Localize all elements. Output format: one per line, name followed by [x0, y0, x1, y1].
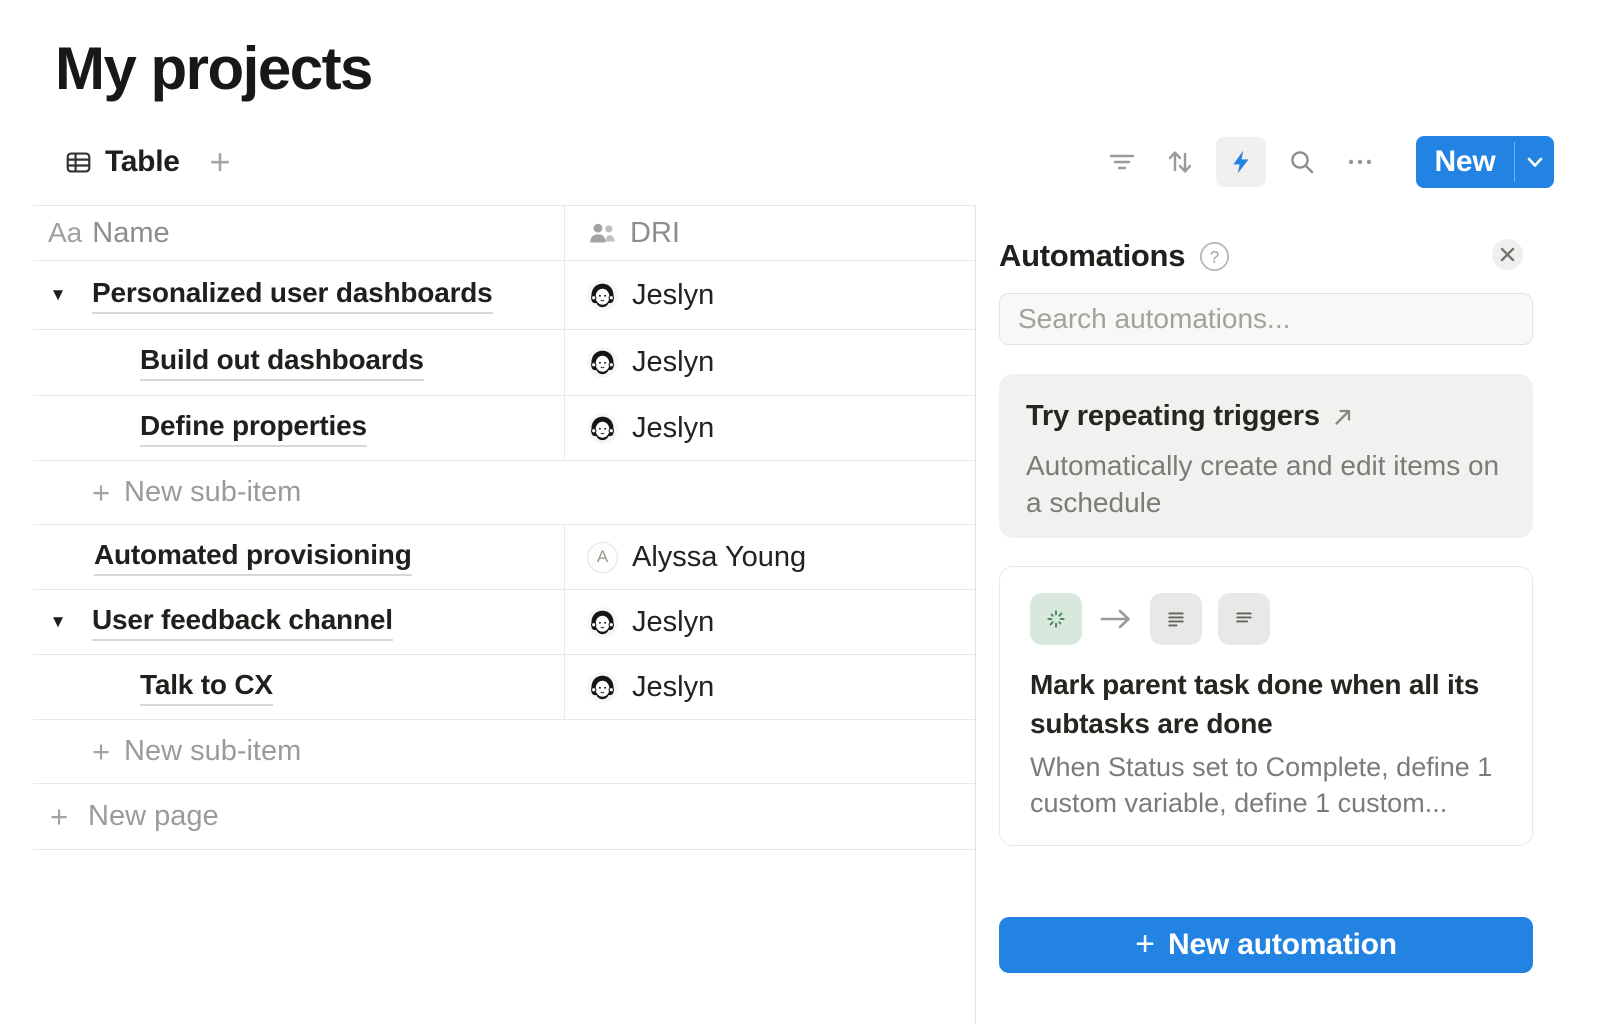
- person-name: Jeslyn: [632, 606, 714, 639]
- automations-button[interactable]: [1216, 137, 1266, 187]
- table-row: Build out dashboards Jeslyn: [33, 330, 975, 396]
- page-link[interactable]: Define properties: [140, 410, 367, 447]
- column-dri-label: DRI: [630, 217, 680, 250]
- page-link[interactable]: Talk to CX: [140, 669, 273, 706]
- person-name: Alyssa Young: [632, 541, 806, 574]
- automation-title: Mark parent task done when all its subta…: [1030, 665, 1508, 743]
- sort-button[interactable]: [1158, 140, 1202, 184]
- filter-icon: [1107, 148, 1137, 176]
- person-name: Jeslyn: [632, 671, 714, 704]
- table-row: ▼ User feedback channel Jeslyn: [33, 590, 975, 655]
- dri-cell[interactable]: Jeslyn: [565, 330, 975, 395]
- table-view-icon: [64, 148, 93, 177]
- svg-text:?: ?: [1210, 247, 1219, 266]
- filter-button[interactable]: [1100, 140, 1144, 184]
- plus-icon: +: [90, 734, 112, 770]
- column-name-label: Name: [92, 217, 169, 250]
- new-dropdown-button[interactable]: [1515, 136, 1554, 188]
- arrow-right-icon: [1098, 606, 1134, 632]
- lightning-bolt-icon: [1227, 148, 1255, 176]
- table-row: ▼ Personalized user dashboards Jeslyn: [33, 261, 975, 330]
- page-link[interactable]: User feedback channel: [92, 604, 393, 641]
- table-header-row: Aa Name DRI: [33, 206, 975, 261]
- page-title: My projects: [55, 34, 372, 103]
- tab-table-view[interactable]: Table: [64, 140, 180, 184]
- close-panel-button[interactable]: [1492, 239, 1523, 270]
- person-name: Jeslyn: [632, 346, 714, 379]
- toggle-expand-icon[interactable]: ▼: [48, 612, 68, 632]
- help-icon[interactable]: ?: [1199, 241, 1230, 272]
- view-toolbar: New: [1100, 136, 1554, 188]
- table-row: Automated provisioning A Alyssa Young: [33, 525, 975, 590]
- text-type-icon: Aa: [48, 217, 82, 249]
- dri-cell[interactable]: Jeslyn: [565, 261, 975, 329]
- avatar: [587, 280, 618, 311]
- tab-label: Table: [105, 145, 180, 179]
- edit-property-icon: [1150, 593, 1202, 645]
- repeating-triggers-promo-card[interactable]: Try repeating triggers Automatically cre…: [999, 374, 1533, 538]
- notion-window: My projects Table +: [0, 0, 1622, 1024]
- arrow-up-right-icon: [1332, 406, 1354, 428]
- new-sub-item-row[interactable]: + New sub-item: [33, 461, 975, 525]
- avatar: [587, 672, 618, 703]
- ellipsis-icon: [1345, 148, 1375, 176]
- column-header-name[interactable]: Aa Name: [33, 206, 565, 260]
- automation-card[interactable]: Mark parent task done when all its subta…: [999, 566, 1533, 846]
- edit-property-icon: [1218, 593, 1270, 645]
- automations-panel: Automations ? Try repeating triggers: [976, 205, 1622, 1024]
- new-button-group: New: [1416, 136, 1554, 188]
- chevron-down-icon: [1527, 156, 1543, 168]
- search-icon: [1287, 147, 1317, 177]
- new-automation-button[interactable]: + New automation: [999, 917, 1533, 973]
- database-table: Aa Name DRI ▼ Personalized user dashb: [33, 206, 975, 850]
- table-row: Define properties Jeslyn: [33, 396, 975, 461]
- plus-icon: +: [90, 475, 112, 511]
- more-options-button[interactable]: [1338, 140, 1382, 184]
- person-name: Jeslyn: [632, 279, 714, 312]
- automations-search-input[interactable]: [999, 293, 1533, 345]
- automation-description: When Status set to Complete, define 1 cu…: [1030, 749, 1508, 821]
- new-page-row[interactable]: + New page: [33, 784, 975, 850]
- search-button[interactable]: [1280, 140, 1324, 184]
- new-automation-label: New automation: [1168, 928, 1397, 962]
- person-name: Jeslyn: [632, 412, 714, 445]
- avatar-letter: A: [587, 542, 618, 573]
- plus-icon: +: [48, 799, 70, 835]
- new-page-label: New page: [88, 800, 219, 833]
- sort-icon: [1165, 147, 1195, 177]
- table-row: Talk to CX Jeslyn: [33, 655, 975, 720]
- promo-title: Try repeating triggers: [1026, 400, 1320, 433]
- panel-title: Automations: [999, 238, 1185, 274]
- new-sub-item-row[interactable]: + New sub-item: [33, 720, 975, 784]
- new-sub-item-label: New sub-item: [124, 735, 301, 768]
- dri-cell[interactable]: A Alyssa Young: [565, 525, 975, 589]
- page-link[interactable]: Personalized user dashboards: [92, 277, 493, 314]
- page-link[interactable]: Automated provisioning: [94, 539, 412, 576]
- toggle-expand-icon[interactable]: ▼: [48, 285, 68, 305]
- new-sub-item-label: New sub-item: [124, 476, 301, 509]
- new-button[interactable]: New: [1416, 136, 1514, 188]
- dri-cell[interactable]: Jeslyn: [565, 396, 975, 460]
- plus-icon: +: [1135, 927, 1155, 961]
- page-link[interactable]: Build out dashboards: [140, 344, 424, 381]
- people-icon: [587, 220, 618, 247]
- add-view-button[interactable]: +: [200, 142, 240, 182]
- dri-cell[interactable]: Jeslyn: [565, 655, 975, 719]
- avatar: [587, 607, 618, 638]
- dri-cell[interactable]: Jeslyn: [565, 590, 975, 654]
- avatar: [587, 413, 618, 444]
- avatar: [587, 347, 618, 378]
- promo-description: Automatically create and edit items on a…: [1026, 447, 1508, 521]
- column-header-dri[interactable]: DRI: [565, 206, 975, 260]
- trigger-status-icon: [1030, 593, 1082, 645]
- close-icon: [1499, 246, 1516, 263]
